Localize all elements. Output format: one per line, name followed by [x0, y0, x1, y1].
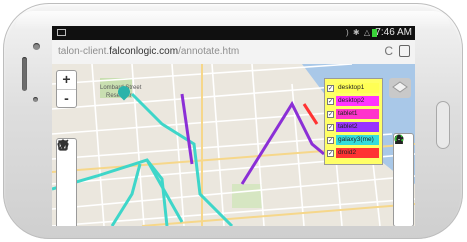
status-bar: ) ✱ △ 7:46 AM	[52, 26, 415, 40]
legend-item[interactable]: ✓ desktop2	[327, 96, 379, 106]
draw-toolbar	[56, 138, 77, 226]
wifi-icon[interactable]	[394, 136, 413, 164]
gallery-notification-icon	[57, 29, 66, 36]
phone-screen: ) ✱ △ 7:46 AM talon-client.falconlogic.c…	[52, 26, 415, 226]
layers-button[interactable]	[389, 78, 411, 98]
refresh-icon[interactable]	[394, 134, 413, 209]
status-icons: ) ✱ △	[346, 28, 371, 37]
legend-checkbox[interactable]: ✓	[327, 84, 334, 92]
legend-checkbox[interactable]: ✓	[327, 123, 334, 131]
device-legend: ✓ desktop1 ✓ desktop2 ✓ tablet1 ✓ tablet…	[324, 78, 383, 165]
legend-checkbox[interactable]: ✓	[327, 97, 334, 105]
url-host: falconlogic.com	[109, 46, 179, 57]
front-camera	[33, 43, 40, 50]
edit-tool-icon[interactable]	[57, 139, 76, 226]
reload-icon[interactable]: C	[384, 44, 393, 58]
legend-checkbox[interactable]: ✓	[327, 110, 334, 118]
legend-item[interactable]: ✓ tablet1	[327, 109, 379, 119]
clock: 7:46 AM	[375, 27, 412, 38]
zoom-in-button[interactable]: +	[57, 71, 76, 89]
url-text[interactable]: talon-client.falconlogic.com/annotate.ht…	[58, 46, 239, 57]
url-path: /annotate.htm	[178, 46, 240, 57]
legend-label: droid2	[336, 148, 379, 158]
swap-icon[interactable]	[394, 134, 413, 194]
browser-address-bar[interactable]: talon-client.falconlogic.com/annotate.ht…	[52, 40, 415, 65]
zoom-control: + -	[56, 70, 77, 108]
light-sensor	[33, 97, 38, 102]
legend-checkbox[interactable]: ✓	[327, 136, 334, 144]
user-icon[interactable]	[394, 134, 413, 224]
legend-item[interactable]: ✓ galaxy3(me)	[327, 135, 379, 145]
legend-checkbox[interactable]: ✓	[327, 149, 334, 157]
legend-item[interactable]: ✓ droid2	[327, 148, 379, 158]
legend-label: tablet2	[336, 122, 379, 132]
legend-item[interactable]: ✓ desktop1	[327, 83, 379, 93]
url-prefix: talon-client.	[58, 46, 110, 57]
tabs-icon[interactable]	[399, 45, 410, 57]
legend-label: tablet1	[336, 109, 379, 119]
marker-tool-icon[interactable]	[57, 141, 76, 211]
map-canvas[interactable]: Lombard Street Reservoir + -	[52, 64, 415, 226]
polygon-tool-icon[interactable]	[57, 139, 76, 175]
home-button[interactable]	[436, 101, 450, 149]
right-toolbar	[393, 133, 414, 226]
zoom-out-button[interactable]: -	[57, 89, 76, 108]
earpiece-speaker	[22, 57, 27, 91]
info-icon[interactable]	[394, 134, 413, 179]
legend-label: desktop1	[336, 83, 379, 93]
legend-item[interactable]: ✓ tablet2	[327, 122, 379, 132]
legend-label: galaxy3(me)	[336, 135, 379, 145]
rectangle-tool-icon[interactable]	[57, 140, 76, 193]
legend-label: desktop2	[336, 96, 379, 106]
layers-icon	[392, 81, 408, 93]
